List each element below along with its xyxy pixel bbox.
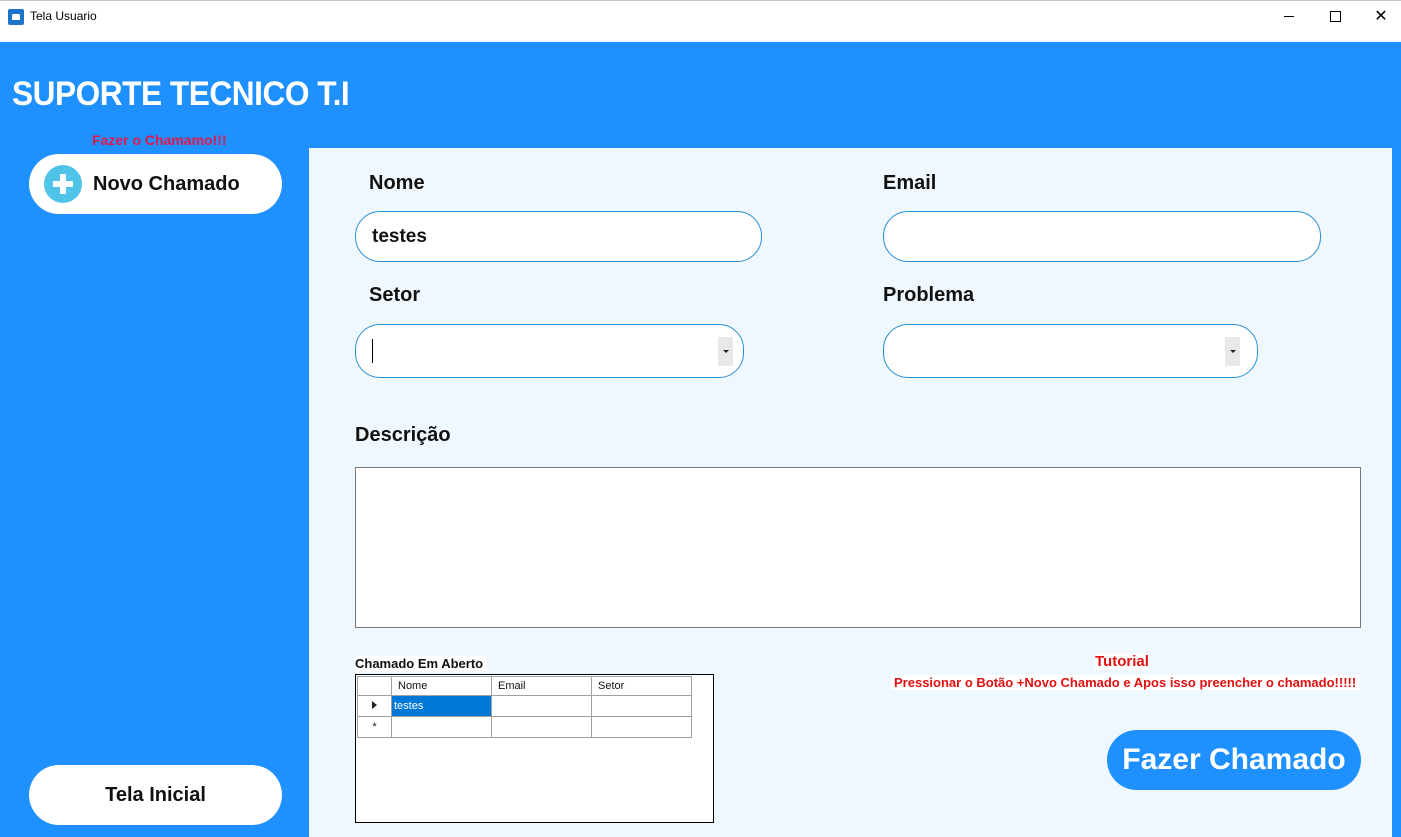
app-icon [8,9,24,25]
submit-ticket-button[interactable]: Fazer Chamado [1107,730,1361,790]
table-cell[interactable] [591,716,692,738]
row-header-cell[interactable]: * [357,716,392,738]
open-tickets-table: Nome Email Setor testes * [357,676,692,738]
home-screen-label: Tela Inicial [105,783,206,806]
new-ticket-label: Novo Chamado [93,172,240,195]
tutorial-text: Pressionar o Botão +Novo Chamado e Apos … [890,675,1361,690]
table-row[interactable]: testes [357,695,692,717]
ticket-form-panel: Nome Email Setor Problema Descrição Cham… [309,148,1392,837]
window-title: Tela Usuario [30,9,97,23]
close-icon: ✕ [1374,6,1388,25]
open-tickets-grid[interactable]: Nome Email Setor testes * [355,674,714,823]
sector-label: Setor [369,284,421,306]
text-cursor [372,339,373,363]
table-cell[interactable] [491,695,592,717]
sector-select[interactable] [355,324,744,378]
row-header-cell[interactable] [357,695,392,717]
name-input[interactable] [372,225,696,249]
problem-select[interactable] [883,324,1258,378]
table-cell[interactable] [591,695,692,717]
problem-dropdown-arrow-icon[interactable] [1225,337,1240,366]
grid-column-header[interactable]: Setor [591,676,692,696]
close-button[interactable]: ✕ [1358,1,1401,31]
name-field[interactable] [355,211,762,262]
description-label: Descrição [355,424,451,446]
grid-column-header[interactable]: Email [491,676,592,696]
app-header-title: SUPORTE TECNICO T.I [12,75,350,113]
grid-header-row: Nome Email Setor [357,676,692,696]
home-screen-button[interactable]: Tela Inicial [29,765,282,825]
open-tickets-title: Chamado Em Aberto [355,656,488,671]
maximize-icon [1329,10,1341,22]
window-titlebar: Tela Usuario ✕ [0,0,1401,42]
problem-label: Problema [883,284,975,306]
sidebar-hint: Fazer o Chamamo!!! [92,132,227,148]
email-field[interactable] [883,211,1321,262]
table-cell[interactable] [391,716,492,738]
plus-circle-icon [44,165,82,203]
table-cell[interactable] [491,716,592,738]
new-ticket-button[interactable]: Novo Chamado [29,154,282,214]
current-row-arrow-icon [372,701,377,709]
table-row-new[interactable]: * [357,716,692,738]
tutorial-title: Tutorial [1095,653,1149,670]
email-input[interactable] [900,225,1249,249]
grid-column-header[interactable]: Nome [391,676,492,696]
maximize-button[interactable] [1312,1,1358,31]
minimize-button[interactable] [1266,1,1312,31]
table-cell[interactable]: testes [391,695,492,717]
sector-dropdown-arrow-icon[interactable] [718,337,733,366]
grid-corner-cell [357,676,392,696]
minimize-icon [1284,15,1294,17]
email-label: Email [883,172,937,194]
description-textarea[interactable] [355,467,1361,628]
name-label: Nome [369,172,425,194]
